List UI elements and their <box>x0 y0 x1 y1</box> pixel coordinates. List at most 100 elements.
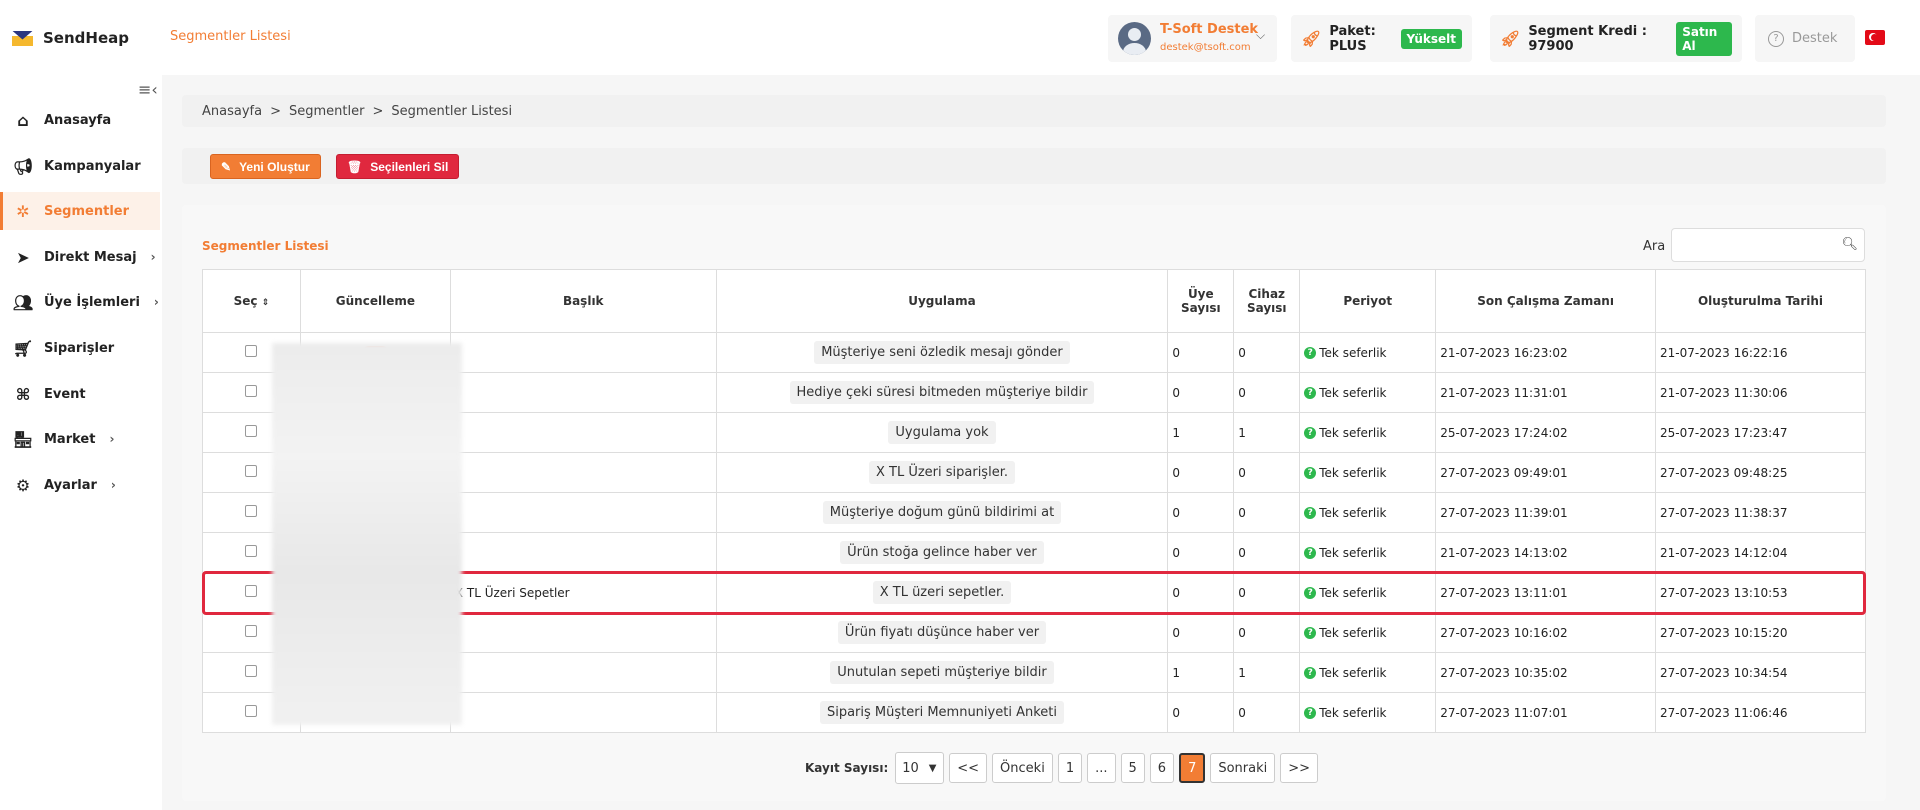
row-created: 27-07-2023 10:15:20 <box>1655 612 1866 653</box>
search-input[interactable]: 🔍︎ <box>1671 228 1865 262</box>
row-checkbox[interactable] <box>245 705 258 717</box>
sidebar-item-uye-islemleri[interactable]: 👥︎ Üye İşlemleri › <box>0 283 160 321</box>
first-page-button[interactable]: << <box>949 753 988 783</box>
row-created: 27-07-2023 09:48:25 <box>1655 452 1866 493</box>
chevron-right-icon: › <box>153 295 159 309</box>
page-button[interactable]: 1 <box>1057 753 1083 783</box>
support-label: Destek <box>1792 31 1838 46</box>
column-header-select[interactable]: Seç ⇕ <box>202 269 301 333</box>
row-title[interactable] <box>449 492 717 533</box>
sidebar-item-event[interactable]: ⌘ Event <box>0 375 160 413</box>
row-title[interactable] <box>449 372 717 413</box>
top-bar: SendHeap Segmentler Listesi T-Soft Deste… <box>0 0 1920 75</box>
sidebar-item-anasayfa[interactable]: ⌂ Anasayfa <box>0 101 160 139</box>
sidebar-item-label: Ayarlar <box>44 477 97 493</box>
search-icon[interactable]: 🔍︎ <box>1841 237 1858 252</box>
row-title[interactable] <box>449 692 717 733</box>
sidebar-item-siparisler[interactable]: 🛒︎ Siparişler <box>0 329 160 367</box>
rocket-icon: 🚀︎ <box>1301 29 1322 48</box>
page-size-label: Kayıt Sayısı: <box>805 761 889 775</box>
row-checkbox[interactable] <box>245 345 258 357</box>
row-period: Tek seferlik <box>1319 465 1387 480</box>
page-button[interactable]: 5 <box>1120 753 1145 783</box>
breadcrumb-item[interactable]: Segmentler <box>289 104 364 119</box>
row-title[interactable]: X TL Üzeri Sepetler <box>449 572 717 613</box>
question-circle-icon: ? <box>1304 346 1317 359</box>
row-created: 21-07-2023 14:12:04 <box>1655 532 1866 573</box>
row-period: Tek seferlik <box>1319 665 1387 680</box>
create-new-button[interactable]: ✎ Yeni Oluştur <box>210 154 321 179</box>
row-checkbox[interactable] <box>245 385 258 397</box>
row-checkbox[interactable] <box>245 465 258 477</box>
row-last-run: 21-07-2023 11:31:01 <box>1435 372 1657 413</box>
buy-credit-button[interactable]: Satın Al <box>1676 21 1732 56</box>
row-app: Müşteriye seni özledik mesajı gönder <box>814 341 1070 364</box>
row-period-cell: ? Tek seferlik <box>1299 652 1437 693</box>
megaphone-icon: 📢︎ <box>12 156 34 176</box>
row-members: 0 <box>1167 452 1235 493</box>
language-flag-icon[interactable] <box>1865 30 1885 45</box>
row-title[interactable] <box>449 412 717 453</box>
current-page-button[interactable]: 7 <box>1179 753 1206 783</box>
row-app: X TL Üzeri siparişler. <box>868 461 1015 484</box>
row-title[interactable] <box>449 452 717 493</box>
row-app: X TL üzeri sepetler. <box>872 581 1012 604</box>
delete-selected-button[interactable]: 🗑︎ Seçilenleri Sil <box>336 154 460 179</box>
row-members: 1 <box>1167 652 1235 693</box>
row-last-run: 21-07-2023 14:13:02 <box>1435 532 1657 573</box>
row-period-cell: ? Tek seferlik <box>1299 372 1437 413</box>
sidebar-item-kampanyalar[interactable]: 📢︎ Kampanyalar <box>0 147 160 185</box>
column-header-title: Başlık <box>449 269 717 333</box>
row-members: 0 <box>1167 372 1235 413</box>
row-period: Tek seferlik <box>1319 425 1387 440</box>
user-menu[interactable]: T-Soft Destek destek@tsoft.com ⌵ <box>1108 15 1277 62</box>
question-circle-icon: ? <box>1304 506 1317 519</box>
row-devices: 0 <box>1233 572 1301 613</box>
avatar <box>1118 22 1151 55</box>
row-period: Tek seferlik <box>1319 625 1387 640</box>
rocket-icon: 🚀︎ <box>1500 29 1521 48</box>
row-devices: 0 <box>1233 612 1301 653</box>
row-created: 27-07-2023 13:10:53 <box>1655 572 1866 613</box>
row-period-cell: ? Tek seferlik <box>1299 492 1437 533</box>
upgrade-button[interactable]: Yükselt <box>1400 28 1462 49</box>
row-checkbox[interactable] <box>245 665 258 677</box>
row-checkbox[interactable] <box>245 425 258 437</box>
support-button[interactable]: ? Destek <box>1755 15 1855 62</box>
row-title[interactable] <box>449 612 717 653</box>
row-title[interactable] <box>449 532 717 573</box>
row-checkbox[interactable] <box>245 545 258 557</box>
row-app-cell: Müşteriye seni özledik mesajı gönder <box>715 332 1169 373</box>
page-button[interactable]: 6 <box>1149 753 1175 783</box>
next-page-button[interactable]: Sonraki <box>1210 753 1276 783</box>
sidebar-item-direkt-mesaj[interactable]: ➤ Direkt Mesaj › <box>0 238 160 276</box>
row-created: 25-07-2023 17:23:47 <box>1655 412 1866 453</box>
sidebar-item-market[interactable]: 🏪︎ Market › <box>0 420 160 458</box>
row-period: Tek seferlik <box>1319 345 1387 360</box>
row-last-run: 25-07-2023 17:24:02 <box>1435 412 1657 453</box>
breadcrumb-item[interactable]: Anasayfa <box>202 104 262 119</box>
row-title[interactable] <box>449 652 717 693</box>
prev-page-button[interactable]: Önceki <box>992 753 1053 783</box>
sidebar-collapse-icon[interactable]: ≡‹ <box>138 80 158 99</box>
column-header-members: Üye Sayısı <box>1167 269 1235 333</box>
home-icon: ⌂ <box>17 110 29 130</box>
row-period: Tek seferlik <box>1319 545 1387 560</box>
row-app: Unutulan sepeti müşteriye bildir <box>830 661 1054 684</box>
row-checkbox[interactable] <box>245 625 258 637</box>
sidebar-item-label: Market <box>44 431 96 447</box>
command-icon: ⌘ <box>15 384 31 404</box>
row-checkbox[interactable] <box>245 585 258 597</box>
row-title[interactable] <box>449 332 717 373</box>
page-size-select[interactable]: 10 ▼ <box>895 752 945 784</box>
row-created: 27-07-2023 11:38:37 <box>1655 492 1866 533</box>
chevron-right-icon: › <box>109 432 115 446</box>
row-checkbox[interactable] <box>245 505 258 517</box>
row-members: 0 <box>1167 532 1235 573</box>
sidebar-item-ayarlar[interactable]: ⚙ Ayarlar › <box>0 466 160 504</box>
sidebar-item-segmentler[interactable]: ✲ Segmentler <box>0 192 160 230</box>
row-members: 0 <box>1167 332 1235 373</box>
app-logo[interactable]: SendHeap <box>12 26 129 50</box>
row-app: Ürün fiyatı düşünce haber ver <box>837 621 1047 644</box>
last-page-button[interactable]: >> <box>1280 753 1319 783</box>
